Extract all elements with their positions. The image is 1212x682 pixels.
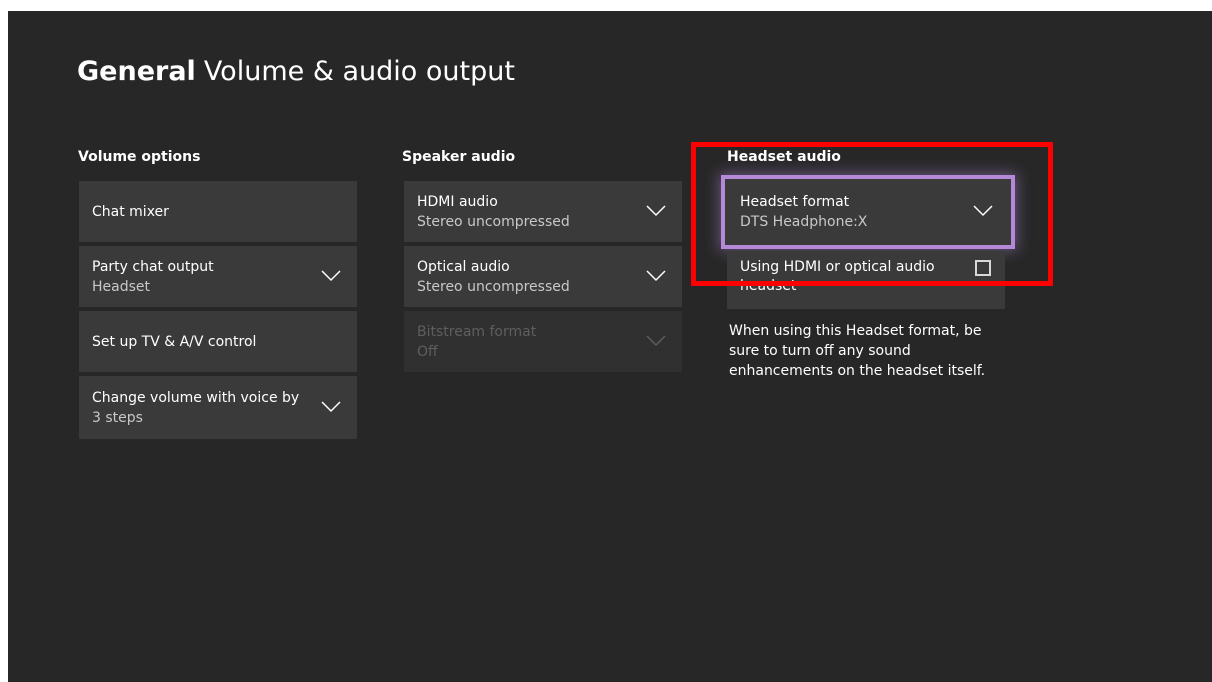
hdmi-audio-value: Stereo uncompressed <box>417 213 570 230</box>
party-chat-output-value: Headset <box>92 278 151 295</box>
settings-screen: General Volume & audio output Volume opti… <box>8 11 1212 682</box>
chevron-down-icon <box>321 269 341 282</box>
optical-audio-value: Stereo uncompressed <box>417 278 570 295</box>
chat-mixer-button[interactable]: Chat mixer <box>79 181 357 242</box>
headset-format-value: DTS Headphone:X <box>740 214 868 230</box>
hdmi-audio-dropdown[interactable]: HDMI audio Stereo uncompressed <box>404 181 682 242</box>
voice-volume-value: 3 steps <box>92 409 143 426</box>
chevron-down-icon <box>646 204 666 217</box>
tv-av-control-label: Set up TV & A/V control <box>92 333 257 350</box>
hdmi-audio-label: HDMI audio <box>417 193 498 210</box>
party-chat-output-dropdown[interactable]: Party chat output Headset <box>79 246 357 307</box>
volume-options-heading: Volume options <box>78 149 201 165</box>
chat-mixer-label: Chat mixer <box>92 203 169 220</box>
bitstream-format-label: Bitstream format <box>417 323 537 340</box>
headset-format-label: Headset format <box>740 194 850 210</box>
chevron-down-icon <box>646 334 666 347</box>
headset-audio-heading: Headset audio <box>727 149 841 165</box>
page-title: General Volume & audio output <box>77 55 515 89</box>
bitstream-format-dropdown: Bitstream format Off <box>404 311 682 372</box>
optical-audio-label: Optical audio <box>417 258 510 275</box>
tv-av-control-button[interactable]: Set up TV & A/V control <box>79 311 357 372</box>
section-title: General <box>77 56 196 87</box>
speaker-audio-heading: Speaker audio <box>402 149 516 165</box>
chevron-down-icon <box>321 400 341 413</box>
party-chat-output-label: Party chat output <box>92 258 214 275</box>
checkbox-icon[interactable] <box>975 260 991 276</box>
bitstream-format-value: Off <box>417 343 438 360</box>
headset-format-dropdown[interactable]: Headset format DTS Headphone:X <box>721 175 1015 249</box>
optical-audio-dropdown[interactable]: Optical audio Stereo uncompressed <box>404 246 682 307</box>
chevron-down-icon <box>646 269 666 282</box>
hdmi-optical-headset-toggle[interactable]: Using HDMI or optical audio headset <box>727 251 1005 309</box>
hdmi-optical-headset-label: Using HDMI or optical audio headset <box>740 259 935 294</box>
page-subtitle: Volume & audio output <box>203 56 515 87</box>
voice-volume-label: Change volume with voice by <box>92 389 300 406</box>
voice-volume-dropdown[interactable]: Change volume with voice by 3 steps <box>79 376 357 439</box>
chevron-down-icon <box>973 205 993 217</box>
headset-format-note: When using this Headset format, be sure … <box>729 323 986 379</box>
